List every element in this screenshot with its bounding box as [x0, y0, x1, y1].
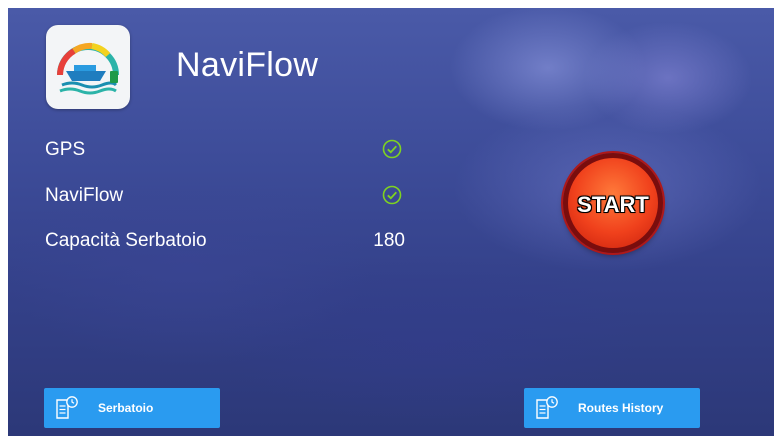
status-label-tank-capacity: Capacità Serbatoio	[45, 230, 207, 251]
routes-history-button[interactable]: Routes History	[524, 388, 700, 428]
check-circle-icon	[382, 185, 402, 205]
status-label-gps: GPS	[45, 139, 86, 160]
start-button[interactable]: START	[563, 153, 663, 253]
serbatoio-button-label: Serbatoio	[98, 401, 154, 415]
serbatoio-button[interactable]: Serbatoio	[44, 388, 220, 428]
app-logo	[46, 25, 130, 109]
app-title: NaviFlow	[176, 46, 319, 84]
status-row-tank-capacity: Capacità Serbatoio 180	[45, 227, 405, 255]
start-button-label: START	[577, 192, 649, 217]
document-clock-icon	[536, 396, 558, 419]
document-clock-icon	[56, 396, 78, 419]
app-screen: NaviFlow GPS NaviFlow Capacità Serbatoio…	[8, 8, 774, 436]
status-row-naviflow: NaviFlow	[45, 182, 405, 210]
status-row-gps: GPS	[45, 136, 405, 164]
routes-history-button-label: Routes History	[578, 401, 664, 415]
boat-fuel-gauge-icon	[57, 42, 119, 95]
status-label-naviflow: NaviFlow	[45, 185, 124, 206]
tank-capacity-value: 180	[373, 230, 405, 251]
check-circle-icon	[382, 139, 402, 159]
